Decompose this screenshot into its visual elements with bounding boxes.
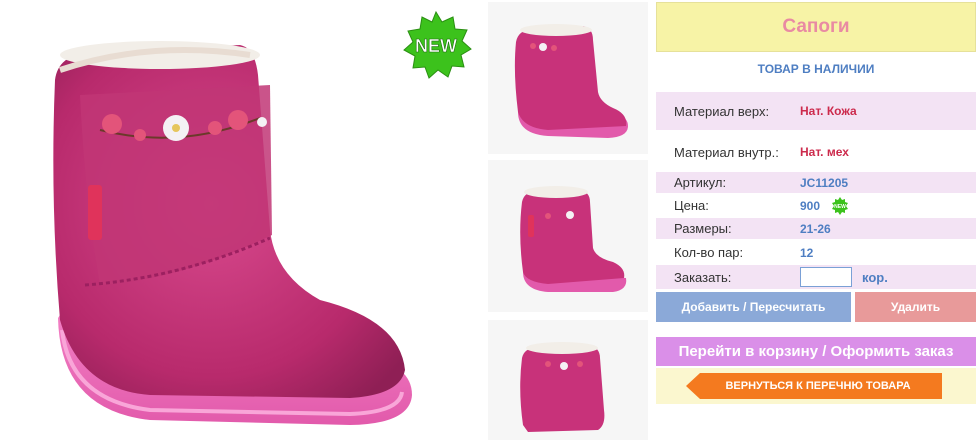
thumbnail-3[interactable] — [488, 320, 648, 440]
add-recalculate-button[interactable]: Добавить / Пересчитать — [656, 292, 851, 322]
spec-value: Нат. Кожа — [800, 104, 857, 118]
product-info-panel: Сапоги ТОВАР В НАЛИЧИИ Материал верх: На… — [656, 0, 976, 440]
thumbnail-2[interactable] — [488, 160, 648, 312]
spec-label: Размеры: — [674, 221, 732, 236]
main-product-image[interactable]: NEW — [0, 0, 482, 440]
back-to-list-button[interactable]: ВЕРНУТЬСЯ К ПЕРЕЧНЮ ТОВАРА — [686, 373, 942, 399]
spec-row-upper-material: Материал верх: Нат. Кожа — [656, 92, 976, 130]
back-button-label: ВЕРНУТЬСЯ К ПЕРЕЧНЮ ТОВАРА — [725, 380, 911, 392]
price-value: 900 — [800, 198, 821, 213]
spec-row-article: Артикул: JC11205 — [656, 172, 976, 193]
product-page: NEW Сапоги ТОВАР В НАЛИЧИИ Материал верх… — [0, 0, 976, 440]
order-row: Заказать: кор. — [656, 265, 976, 289]
boot-thumb-back — [488, 320, 648, 440]
spec-row-sizes: Размеры: 21-26 — [656, 218, 976, 239]
spec-row-lining-material: Материал внутр.: Нат. мех — [656, 134, 976, 170]
spec-value: 12 — [800, 245, 814, 260]
boot-thumb-side — [488, 2, 648, 154]
back-button-container: ВЕРНУТЬСЯ К ПЕРЕЧНЮ ТОВАРА — [656, 368, 976, 404]
go-to-cart-button[interactable]: Перейти в корзину / Оформить заказ — [656, 337, 976, 366]
product-title: Сапоги — [782, 16, 850, 37]
new-badge-text: NEW — [415, 36, 457, 56]
spec-label: Материал верх: — [674, 103, 770, 119]
spec-label: Кол-во пар: — [674, 245, 744, 260]
spec-value: JC11205 — [800, 175, 849, 190]
new-mini-badge-icon: NEW — [830, 196, 850, 216]
delete-button[interactable]: Удалить — [855, 292, 976, 322]
spec-row-price: Цена: 900 NEW — [656, 195, 976, 216]
spec-label: Цена: — [674, 198, 709, 213]
order-label: Заказать: — [674, 269, 732, 285]
order-unit: кор. — [862, 269, 888, 285]
spec-label: Материал внутр.: — [674, 144, 779, 160]
stock-status: ТОВАР В НАЛИЧИИ — [757, 62, 875, 76]
boot-thumb-front — [488, 160, 648, 312]
spec-value: 21-26 — [800, 221, 831, 236]
order-quantity-input[interactable] — [800, 267, 852, 287]
new-mini-badge-text: NEW — [834, 204, 846, 210]
spec-value: Нат. мех — [800, 145, 849, 159]
spec-label: Артикул: — [674, 175, 727, 190]
spec-row-pairs: Кол-во пар: 12 — [656, 241, 976, 264]
thumbnail-1[interactable] — [488, 2, 648, 154]
product-title-box: Сапоги — [656, 2, 976, 52]
new-badge: NEW — [400, 10, 472, 82]
